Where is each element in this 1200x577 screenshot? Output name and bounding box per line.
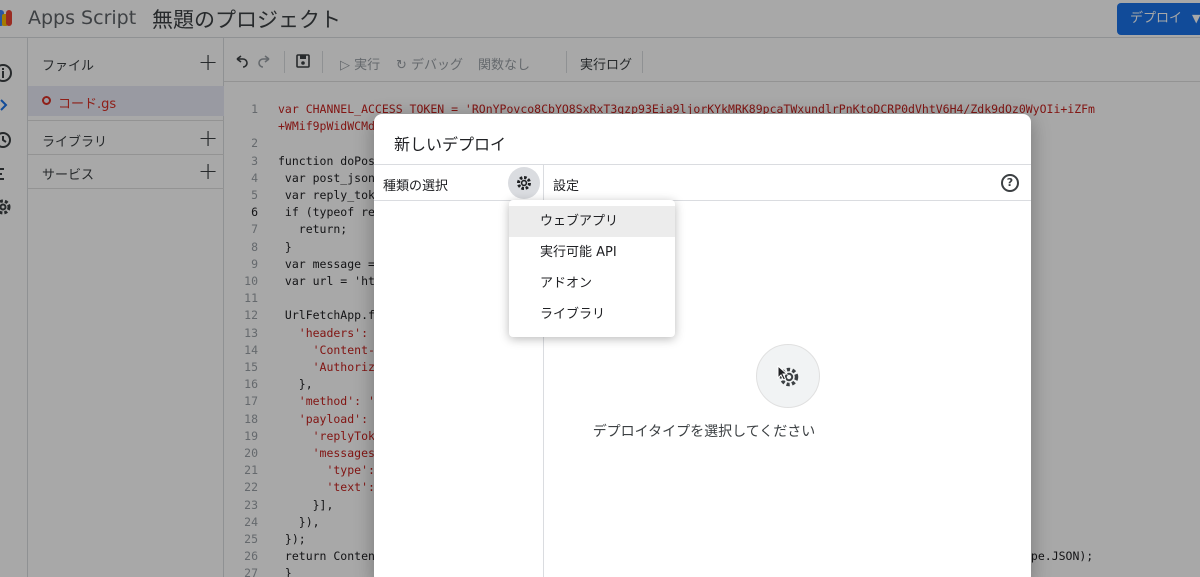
menu-item[interactable]: 実行可能 API [509,237,675,268]
menu-item[interactable]: ウェブアプリ [509,206,675,237]
dialog-title: 新しいデプロイ [394,135,507,154]
gear-icon [517,176,531,190]
type-select-label: 種類の選択 [383,179,449,194]
divider [374,164,1031,165]
deploy-type-menu: ウェブアプリ 実行可能 API アドオン ライブラリ [509,200,675,337]
divider [374,200,1031,201]
help-icon[interactable]: ? [1001,174,1019,192]
settings-label: 設定 [553,179,580,194]
menu-item[interactable]: アドオン [509,268,675,299]
select-type-button[interactable] [508,167,540,199]
empty-state-gear [756,344,820,408]
new-deploy-dialog: 新しいデプロイ 種類の選択 設定 ? デプロイタイプを選択してください [374,114,1031,577]
empty-state-message: デプロイタイプを選択してください [592,424,816,440]
menu-item[interactable]: ライブラリ [509,299,675,330]
mouse-cursor-icon [777,365,789,381]
